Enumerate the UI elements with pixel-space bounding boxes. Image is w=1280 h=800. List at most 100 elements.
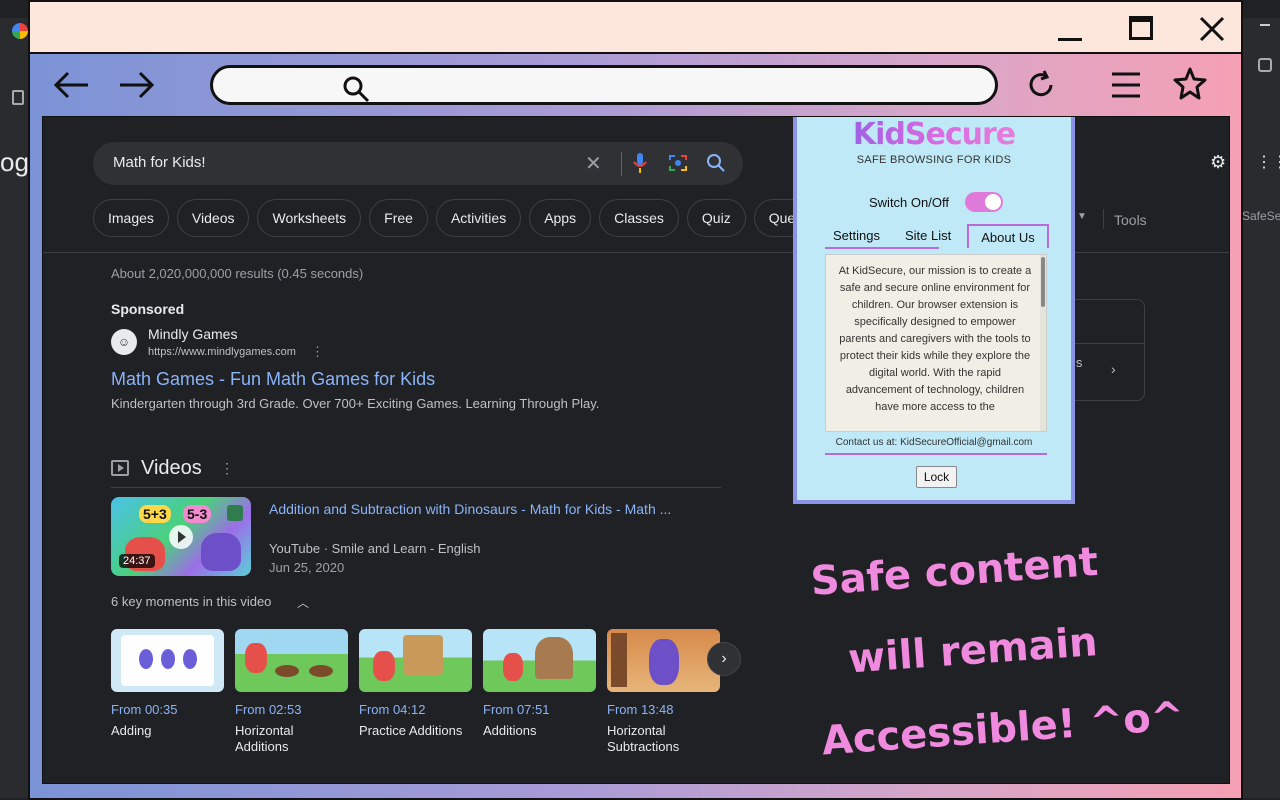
background-extension-icon[interactable] [1258,58,1272,72]
video-thumbnail[interactable]: 5+3 5-3 24:37 [111,497,251,576]
moment-time[interactable]: From 07:51 [483,702,596,717]
chip-quiz[interactable]: Quiz [686,199,746,237]
chevron-down-icon[interactable]: ▼ [1077,211,1087,222]
apps-grid-icon[interactable]: ⋮⋮ [1256,152,1280,172]
chip-worksheets[interactable]: Worksheets [257,199,362,237]
moment-thumbnail[interactable] [235,629,348,692]
about-us-panel[interactable]: At KidSecure, our mission is to create a… [825,254,1047,432]
switch-label: Switch On/Off [869,195,949,210]
moment-label: Practice Additions [359,723,463,738]
about-us-text: At KidSecure, our mission is to create a… [838,265,1032,413]
video-date: Jun 25, 2020 [269,560,345,575]
moment-label: Horizontal Subtractions [607,723,680,754]
key-moment-2[interactable]: From 02:53 Horizontal Additions [235,629,348,755]
video-title-link[interactable]: Addition and Subtraction with Dinosaurs … [269,501,671,517]
ad-site-name[interactable]: Mindly Games [148,326,237,342]
kidsecure-tagline: SAFE BROWSING FOR KIDS [856,154,1012,166]
key-moment-4[interactable]: From 07:51 Additions [483,629,596,739]
chevron-up-icon[interactable]: ︿ [297,594,309,611]
tab-about-us[interactable]: About Us [967,224,1049,248]
title-bar [30,2,1241,54]
star-icon[interactable] [1172,66,1208,102]
play-icon[interactable] [169,525,193,549]
moment-time[interactable]: From 13:48 [607,702,720,717]
chip-free[interactable]: Free [369,199,428,237]
close-icon[interactable] [1198,15,1226,43]
moment-time[interactable]: From 04:12 [359,702,472,717]
video-source: YouTube · Smile and Learn - English [269,541,481,556]
moment-thumbnail[interactable] [111,629,224,692]
chip-apps[interactable]: Apps [529,199,592,237]
chip-classes[interactable]: Classes [599,199,679,237]
address-bar[interactable] [210,65,998,105]
about-scrollbar-thumb[interactable] [1041,257,1045,307]
slogan-text: Safe content will remain Accessible! ^o^ [808,514,1224,781]
videos-divider [111,487,721,488]
lock-button[interactable]: Lock [916,466,957,488]
chip-images[interactable]: Images [93,199,169,237]
background-left-strip [0,18,30,798]
google-logo-fragment: og [0,147,29,177]
background-safe-text: SafeSe [1242,209,1280,223]
ad-title-link[interactable]: Math Games - Fun Math Games for Kids [111,369,435,390]
on-off-toggle[interactable] [965,192,1003,212]
side-card-chevron-icon[interactable]: › [1111,361,1116,377]
tab-site-list[interactable]: Site List [905,224,951,248]
chevron-right-icon[interactable]: › [707,642,741,676]
thumb-equation-a: 5+3 [139,505,171,523]
tabs-underline [825,247,939,249]
back-arrow-icon[interactable] [52,70,92,100]
page-content: Math for Kids! ✕ Images Videos Worksheet… [42,116,1230,784]
moment-thumbnail[interactable] [483,629,596,692]
key-moment-1[interactable]: From 00:35 Adding [111,629,224,739]
thumb-equation-b: 5-3 [183,505,212,523]
lens-icon[interactable] [668,153,688,173]
contact-underline [825,453,1047,455]
search-query[interactable]: Math for Kids! [113,154,206,171]
microphone-icon[interactable] [633,152,647,174]
minimize-icon[interactable] [1058,38,1082,41]
key-moments-toggle[interactable]: 6 key moments in this video [111,594,271,609]
moment-time[interactable]: From 02:53 [235,702,348,717]
background-right-strip [1240,18,1280,798]
mindly-favicon-icon: ☺ [111,329,137,355]
tools-button[interactable]: Tools [1114,212,1147,228]
maximize-icon[interactable] [1129,16,1153,40]
clear-icon[interactable]: ✕ [585,151,602,176]
moment-thumbnail[interactable] [607,629,720,692]
document-icon[interactable] [12,90,24,105]
more-options-icon[interactable]: ⋮ [311,344,324,360]
tab-settings[interactable]: Settings [833,224,880,248]
search-submit-icon[interactable] [706,153,726,173]
sponsored-label: Sponsored [111,301,185,317]
search-divider [621,152,622,176]
contact-text: Contact us at: KidSecureOfficial@gmail.c… [835,437,1033,448]
chip-videos[interactable]: Videos [176,199,250,237]
google-search-box[interactable]: Math for Kids! ✕ [93,142,743,185]
moment-time[interactable]: From 00:35 [111,702,224,717]
about-scrollbar[interactable] [1040,255,1046,431]
moment-label: Adding [111,723,152,738]
gear-icon[interactable]: ⚙ [1210,152,1226,173]
key-moment-5[interactable]: From 13:48 Horizontal Subtractions [607,629,720,755]
videos-heading: Videos [141,457,202,479]
popup-tabs: Settings Site List About Us [825,224,1049,248]
toggle-knob [985,194,1001,210]
google-favicon-icon[interactable] [12,23,28,39]
video-duration: 24:37 [119,554,155,568]
search-icon [343,76,370,103]
videos-more-icon[interactable]: ⋮ [220,460,234,477]
filter-chips: Images Videos Worksheets Free Activities… [93,199,847,237]
ad-url[interactable]: https://www.mindlygames.com [148,346,296,358]
moment-label: Additions [483,723,537,738]
kidsecure-logo: KidSecure [797,117,1071,152]
chip-activities[interactable]: Activities [435,199,522,237]
forward-arrow-icon[interactable] [116,70,156,100]
menu-icon[interactable] [1110,70,1142,100]
purple-dinosaur-icon [201,533,241,571]
key-moment-3[interactable]: From 04:12 Practice Additions [359,629,472,739]
results-count: About 2,020,000,000 results (0.45 second… [111,266,364,281]
background-minimize-icon[interactable] [1260,24,1270,26]
moment-thumbnail[interactable] [359,629,472,692]
reload-icon[interactable] [1024,68,1058,102]
